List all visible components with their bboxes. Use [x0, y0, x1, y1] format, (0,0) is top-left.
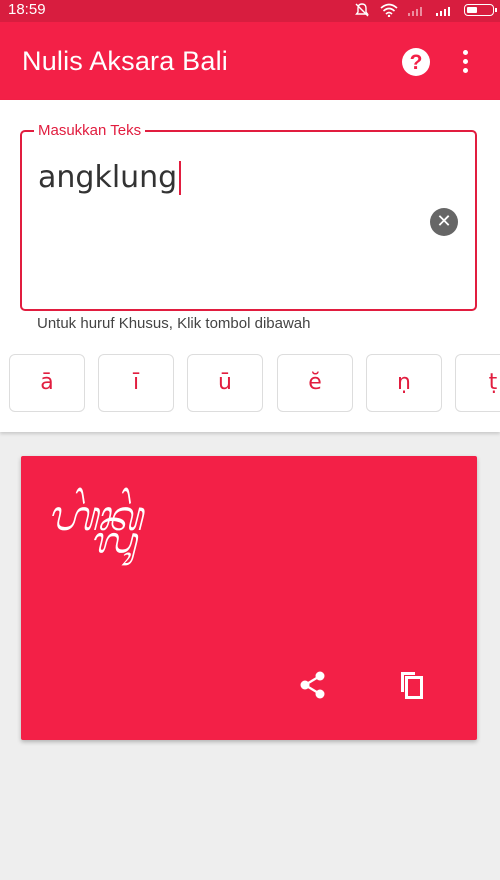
special-char-row: ā ī ū ĕ ṇ ṭ — [9, 354, 500, 414]
share-icon[interactable] — [296, 668, 330, 702]
special-char-hint: Untuk huruf Khusus, Klik tombol dibawah — [37, 315, 311, 332]
help-icon[interactable]: ? — [402, 48, 430, 76]
wifi-icon — [380, 3, 398, 17]
app-title: Nulis Aksara Bali — [22, 46, 228, 76]
input-value[interactable]: angklung — [38, 160, 177, 195]
balinese-script-output: ᬳᬂᬓ᭄ᬮᬸᬂ — [47, 491, 143, 540]
text-cursor — [179, 160, 182, 195]
input-label: Masukkan Teks — [34, 122, 146, 139]
clear-icon[interactable]: ✕ — [430, 208, 458, 236]
special-key-t-dot[interactable]: ṭ — [455, 354, 500, 412]
special-key-e-breve[interactable]: ĕ — [277, 354, 353, 412]
do-not-disturb-icon — [355, 3, 369, 17]
output-card: ᬳᬂᬓ᭄ᬮᬸᬂ — [21, 456, 477, 740]
special-key-u-macron[interactable]: ū — [187, 354, 263, 412]
battery-icon — [464, 4, 497, 16]
special-key-i-macron[interactable]: ī — [98, 354, 174, 412]
special-key-a-macron[interactable]: ā — [9, 354, 85, 412]
text-input-field[interactable]: Masukkan Teks angklung ✕ — [20, 122, 477, 311]
input-value-wrap[interactable]: angklung — [38, 160, 182, 195]
status-icons — [354, 2, 497, 18]
signal-icon — [408, 7, 422, 16]
more-vert-icon[interactable] — [456, 48, 476, 76]
copy-icon[interactable] — [395, 668, 429, 702]
app-bar: Nulis Aksara Bali ? — [0, 22, 500, 100]
input-panel: Masukkan Teks angklung ✕ Untuk huruf Khu… — [0, 100, 500, 432]
special-key-n-dot[interactable]: ṇ — [366, 354, 442, 412]
signal-icon — [436, 7, 450, 16]
status-time: 18:59 — [8, 1, 46, 18]
status-bar: 18:59 — [0, 0, 500, 22]
